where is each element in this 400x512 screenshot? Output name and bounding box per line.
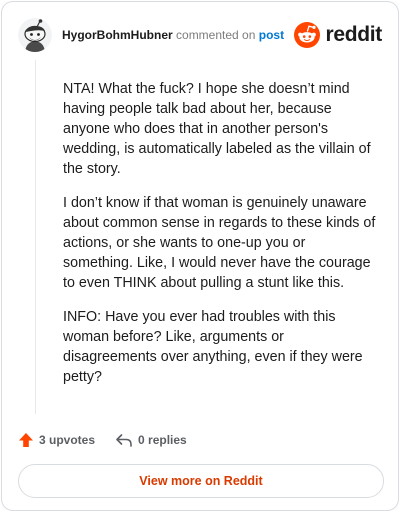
upvotes-button[interactable]: 3 upvotes	[18, 432, 95, 448]
reddit-logo-text: reddit	[325, 23, 382, 46]
comment-paragraph: I don’t know if that woman is genuinely …	[63, 195, 376, 291]
thread-line	[35, 60, 36, 414]
byline: HygorBohmHubner commented on post	[62, 28, 284, 42]
comment-actions: 3 upvotes 0 replies	[18, 430, 187, 450]
comment-header: HygorBohmHubner commented on post reddit	[18, 16, 382, 56]
comment-embed-card: HygorBohmHubner commented on post reddit…	[1, 1, 399, 511]
avatar[interactable]	[18, 18, 52, 52]
reddit-logo[interactable]: reddit	[294, 20, 382, 50]
comment-paragraph: NTA! What the fuck? I hope she doesn’t m…	[63, 81, 371, 177]
byline-action-text: commented on	[176, 28, 256, 42]
replies-button[interactable]: 0 replies	[115, 432, 187, 448]
reply-arrow-icon	[116, 434, 132, 447]
replies-count: 0 replies	[138, 433, 187, 447]
username-link[interactable]: HygorBohmHubner	[62, 28, 173, 42]
reddit-logo-icon	[294, 22, 321, 48]
upvote-arrow-icon	[19, 433, 33, 447]
comment-paragraph: INFO: Have you ever had troubles with th…	[63, 309, 363, 385]
post-link[interactable]: post	[259, 28, 284, 42]
view-more-on-reddit-button[interactable]: View more on Reddit	[18, 464, 384, 498]
comment-body: NTA! What the fuck? I hope she doesn’t m…	[63, 79, 379, 401]
upvotes-count: 3 upvotes	[39, 433, 96, 447]
